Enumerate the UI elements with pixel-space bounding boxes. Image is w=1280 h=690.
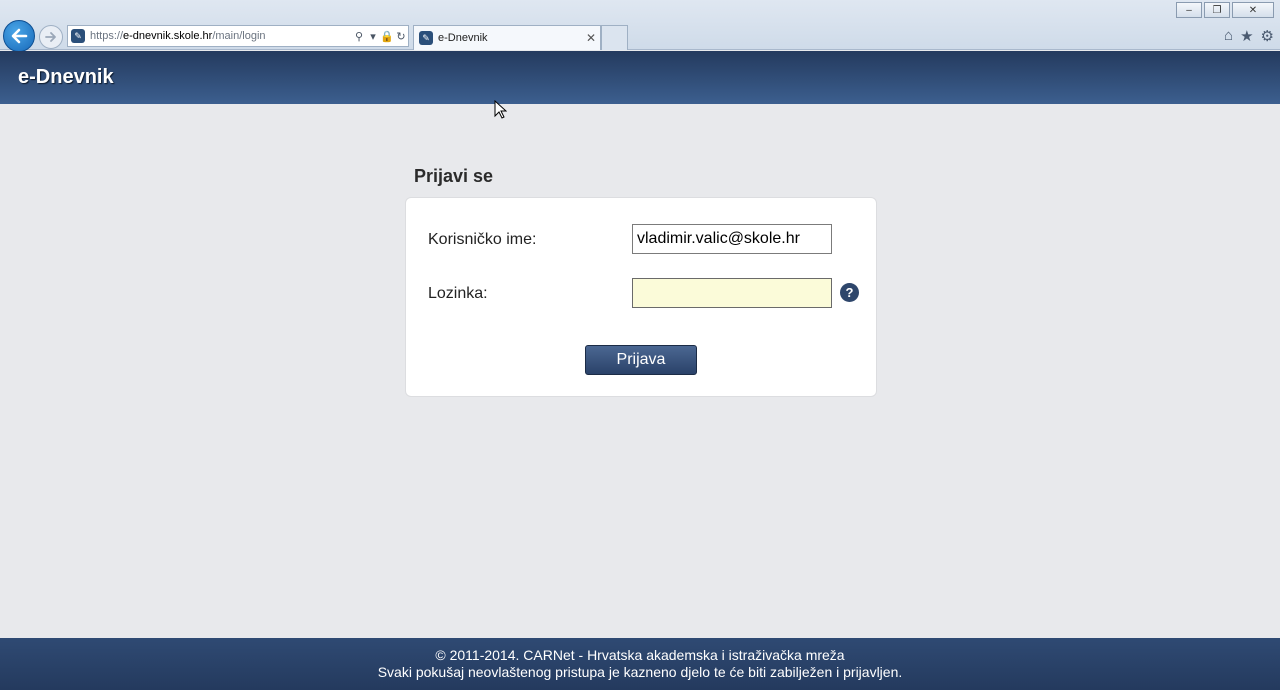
password-input[interactable] — [632, 278, 832, 308]
site-favicon-icon: ✎ — [71, 29, 85, 43]
address-bar[interactable]: ✎ https://e-dnevnik.skole.hr/main/login … — [67, 25, 409, 47]
app-header: e-Dnevnik — [0, 51, 1280, 104]
tab-title: e-Dnevnik — [438, 32, 488, 44]
browser-tab[interactable]: ✎ e-Dnevnik ✕ — [413, 25, 601, 50]
username-input[interactable] — [632, 224, 832, 254]
address-url[interactable]: https://e-dnevnik.skole.hr/main/login — [90, 30, 352, 42]
login-form: Korisničko ime: Lozinka: ? Prijava — [405, 197, 877, 397]
site-favicon-icon: ✎ — [419, 31, 433, 45]
lock-icon[interactable]: 🔒 — [380, 30, 394, 43]
home-icon[interactable]: ⌂ — [1224, 27, 1233, 45]
back-arrow-icon — [11, 28, 28, 44]
legal-warning-text: Svaki pokušaj neovlaštenog pristupa je k… — [377, 664, 903, 680]
dropdown-icon[interactable]: ▾ — [366, 30, 380, 43]
login-button[interactable]: Prijava — [585, 345, 697, 375]
forward-button[interactable] — [39, 25, 63, 49]
gear-icon[interactable]: ⚙ — [1261, 27, 1274, 45]
username-label: Korisničko ime: — [428, 231, 537, 248]
close-tab-icon[interactable]: ✕ — [582, 31, 600, 45]
copyright-text: © 2011-2014. CARNet - Hrvatska akademska… — [435, 647, 845, 663]
minimize-button[interactable]: ‒ — [1176, 2, 1202, 18]
login-heading: Prijavi se — [414, 166, 494, 186]
restore-button[interactable]: ❐ — [1204, 2, 1230, 18]
forward-arrow-icon — [45, 32, 56, 42]
search-icon[interactable]: ⚲ — [352, 30, 366, 43]
help-icon[interactable]: ? — [840, 283, 859, 302]
back-button[interactable] — [3, 20, 35, 52]
password-label: Lozinka: — [428, 285, 488, 302]
new-tab-button[interactable] — [601, 25, 628, 50]
star-icon[interactable]: ★ — [1240, 27, 1253, 45]
app-title[interactable]: e-Dnevnik — [18, 66, 114, 89]
close-window-button[interactable]: ✕ — [1232, 2, 1274, 18]
window-controls: ‒ ❐ ✕ — [1176, 2, 1274, 18]
refresh-icon[interactable]: ↻ — [394, 30, 408, 43]
mouse-cursor-icon — [494, 100, 507, 119]
browser-chrome: ✎ https://e-dnevnik.skole.hr/main/login … — [0, 0, 1280, 52]
footer: © 2011-2014. CARNet - Hrvatska akademska… — [0, 638, 1280, 690]
browser-toolbar: ⌂ ★ ⚙ — [1224, 27, 1274, 45]
